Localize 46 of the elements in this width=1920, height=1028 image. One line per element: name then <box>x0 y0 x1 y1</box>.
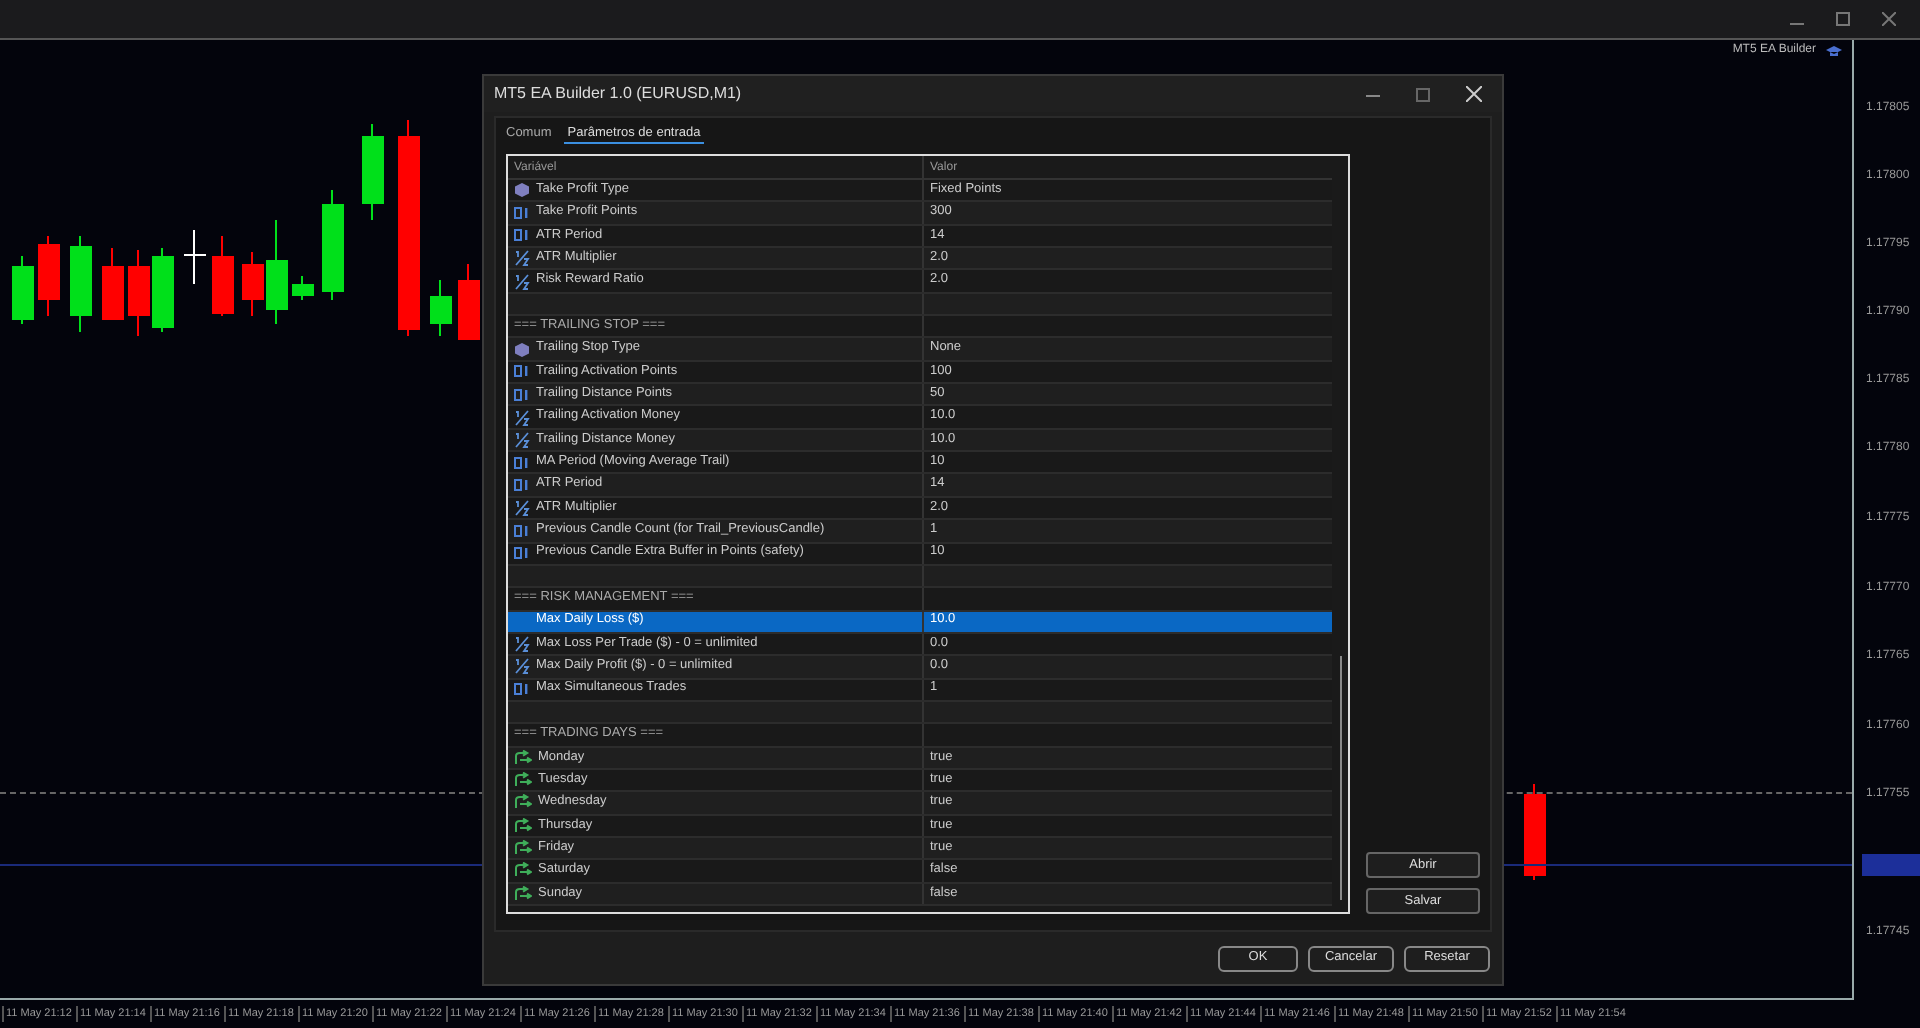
arrow-icon <box>514 749 532 766</box>
integer-icon <box>514 478 530 493</box>
window-title: MT5 EA Builder 1.0 (EURUSD,M1) <box>494 82 744 106</box>
candle <box>458 263 480 341</box>
arrow-icon <box>514 772 532 789</box>
integer-icon <box>514 546 530 561</box>
candle <box>362 123 384 221</box>
arrow-icon <box>514 840 532 857</box>
integer-icon <box>514 228 530 243</box>
candle <box>38 235 60 317</box>
candle <box>322 189 344 301</box>
candle <box>12 255 34 325</box>
integer-icon <box>514 387 530 402</box>
fraction-icon <box>514 636 530 653</box>
fraction-icon <box>514 431 530 448</box>
fraction-icon <box>514 273 530 290</box>
candle <box>70 235 92 333</box>
integer-icon <box>514 206 530 221</box>
candle <box>1524 783 1546 881</box>
current-price-marker <box>1862 854 1920 876</box>
candle <box>128 249 150 337</box>
maximize-icon[interactable] <box>1836 12 1850 26</box>
hat-icon[interactable] <box>1824 44 1844 58</box>
integer-icon <box>514 364 530 379</box>
arrow-icon <box>514 862 532 879</box>
arrow-icon <box>514 885 532 902</box>
maximize-icon[interactable] <box>1416 87 1430 101</box>
arrow-icon <box>514 794 532 811</box>
candle <box>292 275 314 301</box>
close-icon[interactable] <box>1466 86 1482 102</box>
integer-icon <box>514 455 530 470</box>
cube-icon <box>514 341 530 358</box>
integer-icon <box>514 523 530 538</box>
arrow-icon <box>514 817 532 834</box>
fraction-icon <box>514 658 530 675</box>
candle <box>430 279 452 337</box>
scrollbar-thumb[interactable] <box>1339 656 1341 900</box>
candle <box>152 247 174 333</box>
fraction-icon <box>514 250 530 267</box>
candle <box>212 235 234 317</box>
fraction-icon <box>514 409 530 426</box>
integer-icon <box>514 682 530 697</box>
candle <box>102 247 124 321</box>
fraction-icon <box>514 499 530 516</box>
cube-icon <box>514 182 530 199</box>
candle <box>184 229 206 285</box>
